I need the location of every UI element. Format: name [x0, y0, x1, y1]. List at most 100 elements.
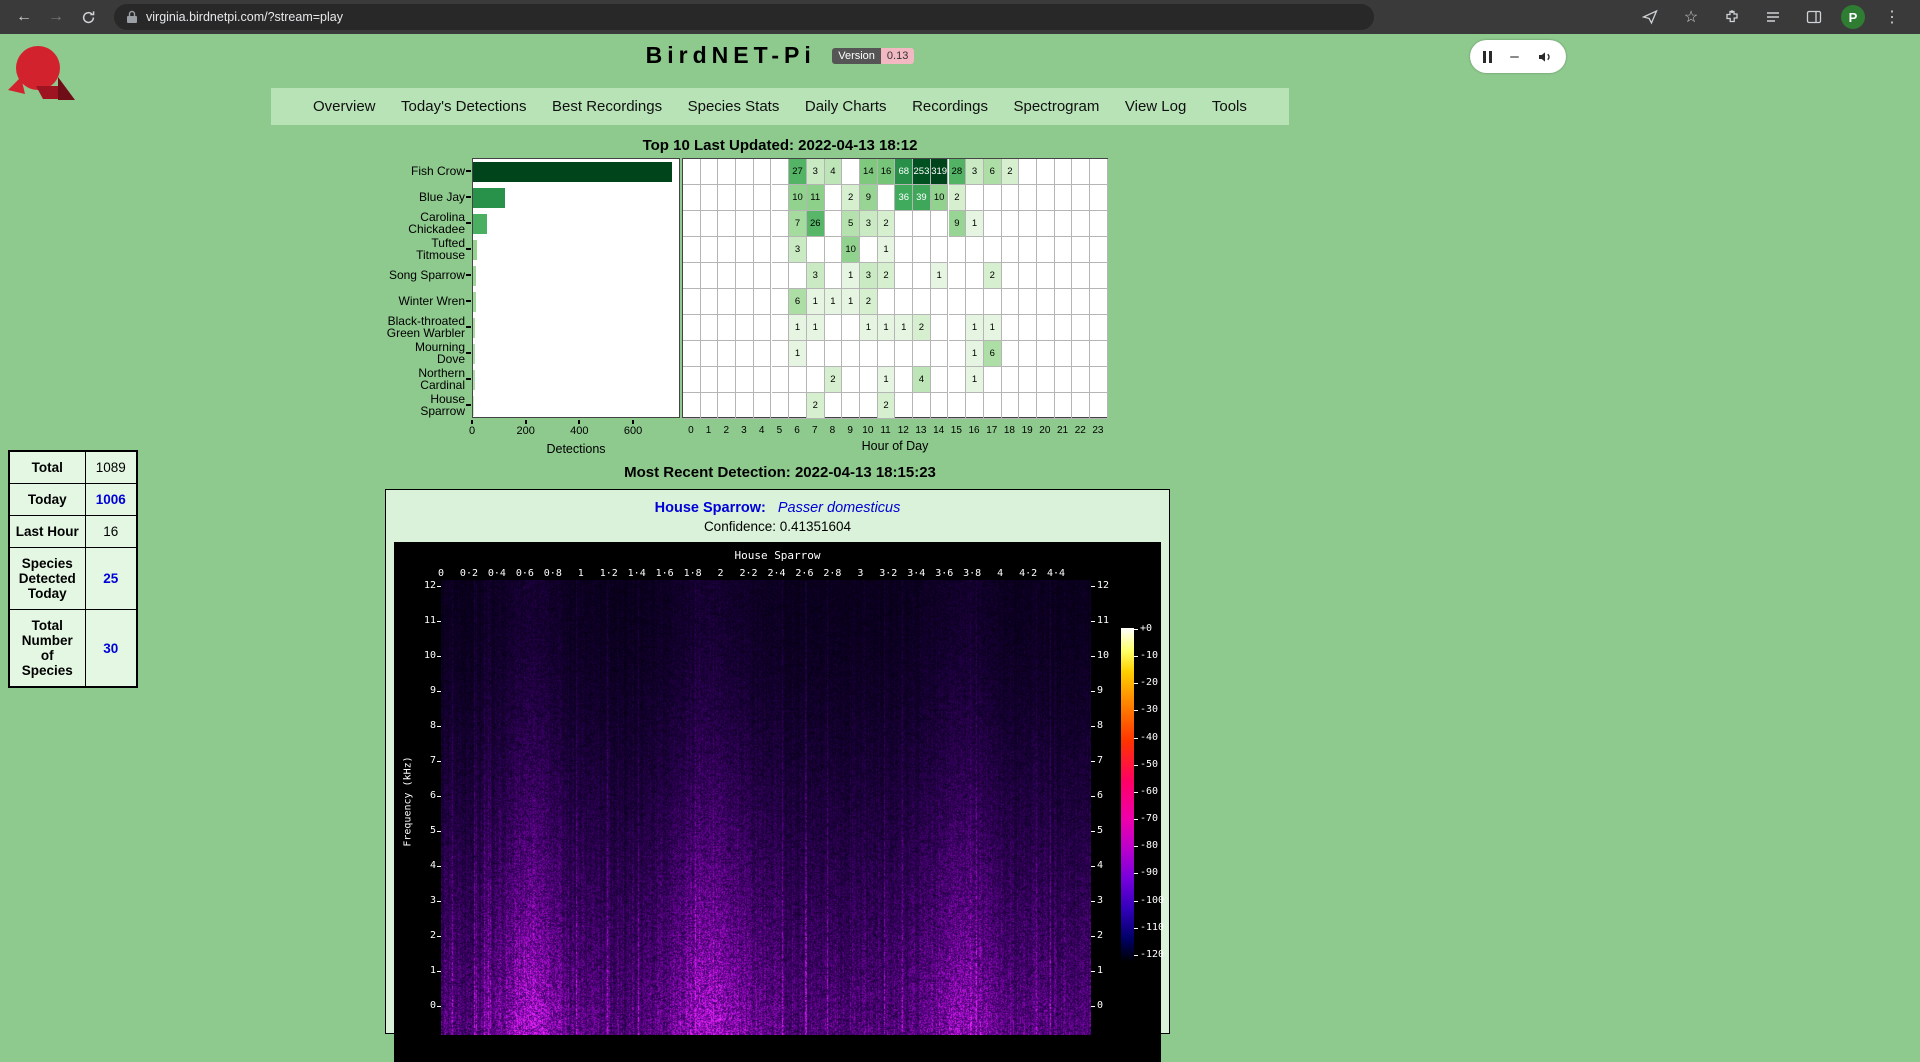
- heatmap-cell: [913, 263, 931, 289]
- pause-icon[interactable]: [1483, 51, 1492, 63]
- spec-freq-tick-label: 8: [1097, 720, 1119, 731]
- reading-list-icon[interactable]: [1759, 4, 1787, 30]
- heatmap-axis-tick-label: 13: [915, 425, 926, 436]
- audio-player[interactable]: [1470, 40, 1566, 73]
- side-panel-icon[interactable]: [1800, 4, 1828, 30]
- heatmap-cell: [949, 289, 967, 315]
- nav-item-tools[interactable]: Tools: [1212, 98, 1247, 115]
- heatmap-cell: [718, 315, 736, 341]
- refresh-icon[interactable]: [74, 4, 102, 30]
- heatmap-cell: [736, 159, 754, 185]
- heatmap-axis-tick-label: 20: [1039, 425, 1050, 436]
- volume-icon[interactable]: [1537, 49, 1553, 65]
- nav-item-today-s-detections[interactable]: Today's Detections: [401, 98, 526, 115]
- heatmap-cell: [949, 367, 967, 393]
- bar: [473, 266, 476, 286]
- nav-item-best-recordings[interactable]: Best Recordings: [552, 98, 662, 115]
- heatmap-cell: [1037, 341, 1055, 367]
- spec-time-tick-label: 0: [438, 568, 444, 579]
- heatmap-cell: [984, 393, 1002, 419]
- heatmap-cell: [984, 367, 1002, 393]
- heatmap-cell: 2: [825, 367, 843, 393]
- nav-item-view-log[interactable]: View Log: [1125, 98, 1186, 115]
- heatmap-axis-tick-label: 11: [880, 425, 890, 436]
- heatmap-cell: [1037, 211, 1055, 237]
- stats-value-link[interactable]: 25: [85, 548, 137, 610]
- menu-kebab-icon[interactable]: ⋮: [1878, 4, 1906, 30]
- heatmap-cell: [984, 185, 1002, 211]
- heatmap-cell: [718, 263, 736, 289]
- heatmap-cell: 2: [842, 185, 860, 211]
- send-icon[interactable]: [1636, 4, 1664, 30]
- heatmap-cell: [1055, 367, 1073, 393]
- spec-tick-mark: [437, 936, 441, 937]
- nav-item-daily-charts[interactable]: Daily Charts: [805, 98, 887, 115]
- bar: [473, 344, 475, 364]
- heatmap-cell: [772, 211, 790, 237]
- spec-time-tick-label: 1: [578, 568, 584, 579]
- stats-value-link[interactable]: 30: [85, 610, 137, 688]
- spec-freq-tick-label: 4: [1097, 860, 1119, 871]
- heatmap-cell: [1019, 393, 1037, 419]
- heatmap-axis-tick-label: 12: [898, 425, 909, 436]
- spec-tick-mark: [1091, 901, 1095, 902]
- heatmap-cell: 253: [913, 159, 931, 185]
- bar: [473, 396, 474, 416]
- heatmap-cell: [1055, 289, 1073, 315]
- heatmap-axis-tick-label: 15: [951, 425, 962, 436]
- spec-freq-tick-label: 0: [414, 1000, 436, 1011]
- heatmap-cell: [1002, 185, 1020, 211]
- url-bar[interactable]: virginia.birdnetpi.com/?stream=play: [114, 4, 1374, 30]
- spec-freq-tick-label: 5: [1097, 825, 1119, 836]
- spec-tick-mark: [1134, 710, 1138, 711]
- heatmap-cell: 36: [895, 185, 913, 211]
- nav-item-overview[interactable]: Overview: [313, 98, 376, 115]
- heatmap-cell: 27: [789, 159, 807, 185]
- heatmap-cell: [754, 211, 772, 237]
- spec-colorbar-tick-label: -100: [1140, 895, 1164, 906]
- heatmap-cell: [718, 237, 736, 263]
- detection-confidence: Confidence: 0.41351604: [386, 519, 1169, 534]
- extensions-icon[interactable]: [1718, 4, 1746, 30]
- bookmark-star-icon[interactable]: ☆: [1677, 4, 1705, 30]
- heatmap-cell: [718, 289, 736, 315]
- nav-item-spectrogram[interactable]: Spectrogram: [1013, 98, 1099, 115]
- stats-value-link[interactable]: 1006: [85, 484, 137, 516]
- spec-tick-mark: [437, 586, 441, 587]
- heatmap-cell: [1072, 367, 1090, 393]
- spec-freq-tick-label: 11: [414, 615, 436, 626]
- heatmap-cell: [736, 393, 754, 419]
- spec-time-tick-label: 2·8: [823, 568, 841, 579]
- stats-label: Species Detected Today: [9, 548, 85, 610]
- heatmap-cell: 2: [984, 263, 1002, 289]
- top10-heading: Top 10 Last Updated: 2022-04-13 18:12: [0, 137, 1560, 154]
- spec-time-tick-label: 1·6: [656, 568, 674, 579]
- audio-scrubber[interactable]: [1510, 56, 1519, 58]
- heatmap-cell: [683, 263, 701, 289]
- nav-item-recordings[interactable]: Recordings: [912, 98, 988, 115]
- nav-item-species-stats[interactable]: Species Stats: [688, 98, 780, 115]
- spectrogram-colorbar: [1121, 628, 1134, 962]
- bar: [473, 318, 475, 338]
- heatmap-cell: [949, 393, 967, 419]
- back-icon[interactable]: ←: [10, 4, 38, 30]
- spec-tick-mark: [1134, 683, 1138, 684]
- heatmap-cell: 1: [966, 341, 984, 367]
- detection-species-link[interactable]: House Sparrow:: [655, 500, 766, 516]
- stats-row: Species Detected Today25: [9, 548, 137, 610]
- heatmap-cell: 1: [807, 315, 825, 341]
- profile-avatar[interactable]: P: [1841, 5, 1865, 29]
- heatmap-axis-tick-label: 8: [830, 425, 836, 436]
- heatmap-cell: [1002, 393, 1020, 419]
- heatmap-cell: [754, 159, 772, 185]
- spec-tick-mark: [1134, 901, 1138, 902]
- forward-icon[interactable]: →: [42, 4, 70, 30]
- heatmap-axis-tick-label: 7: [812, 425, 818, 436]
- heatmap-cell: [1072, 237, 1090, 263]
- spec-tick-mark: [437, 971, 441, 972]
- detection-species-latin[interactable]: Passer domesticus: [778, 500, 901, 516]
- bar-axis-tick: [525, 420, 527, 424]
- spec-colorbar-tick-label: -70: [1140, 813, 1158, 824]
- heatmap-cell: 1: [789, 315, 807, 341]
- heatmap-cell: [736, 263, 754, 289]
